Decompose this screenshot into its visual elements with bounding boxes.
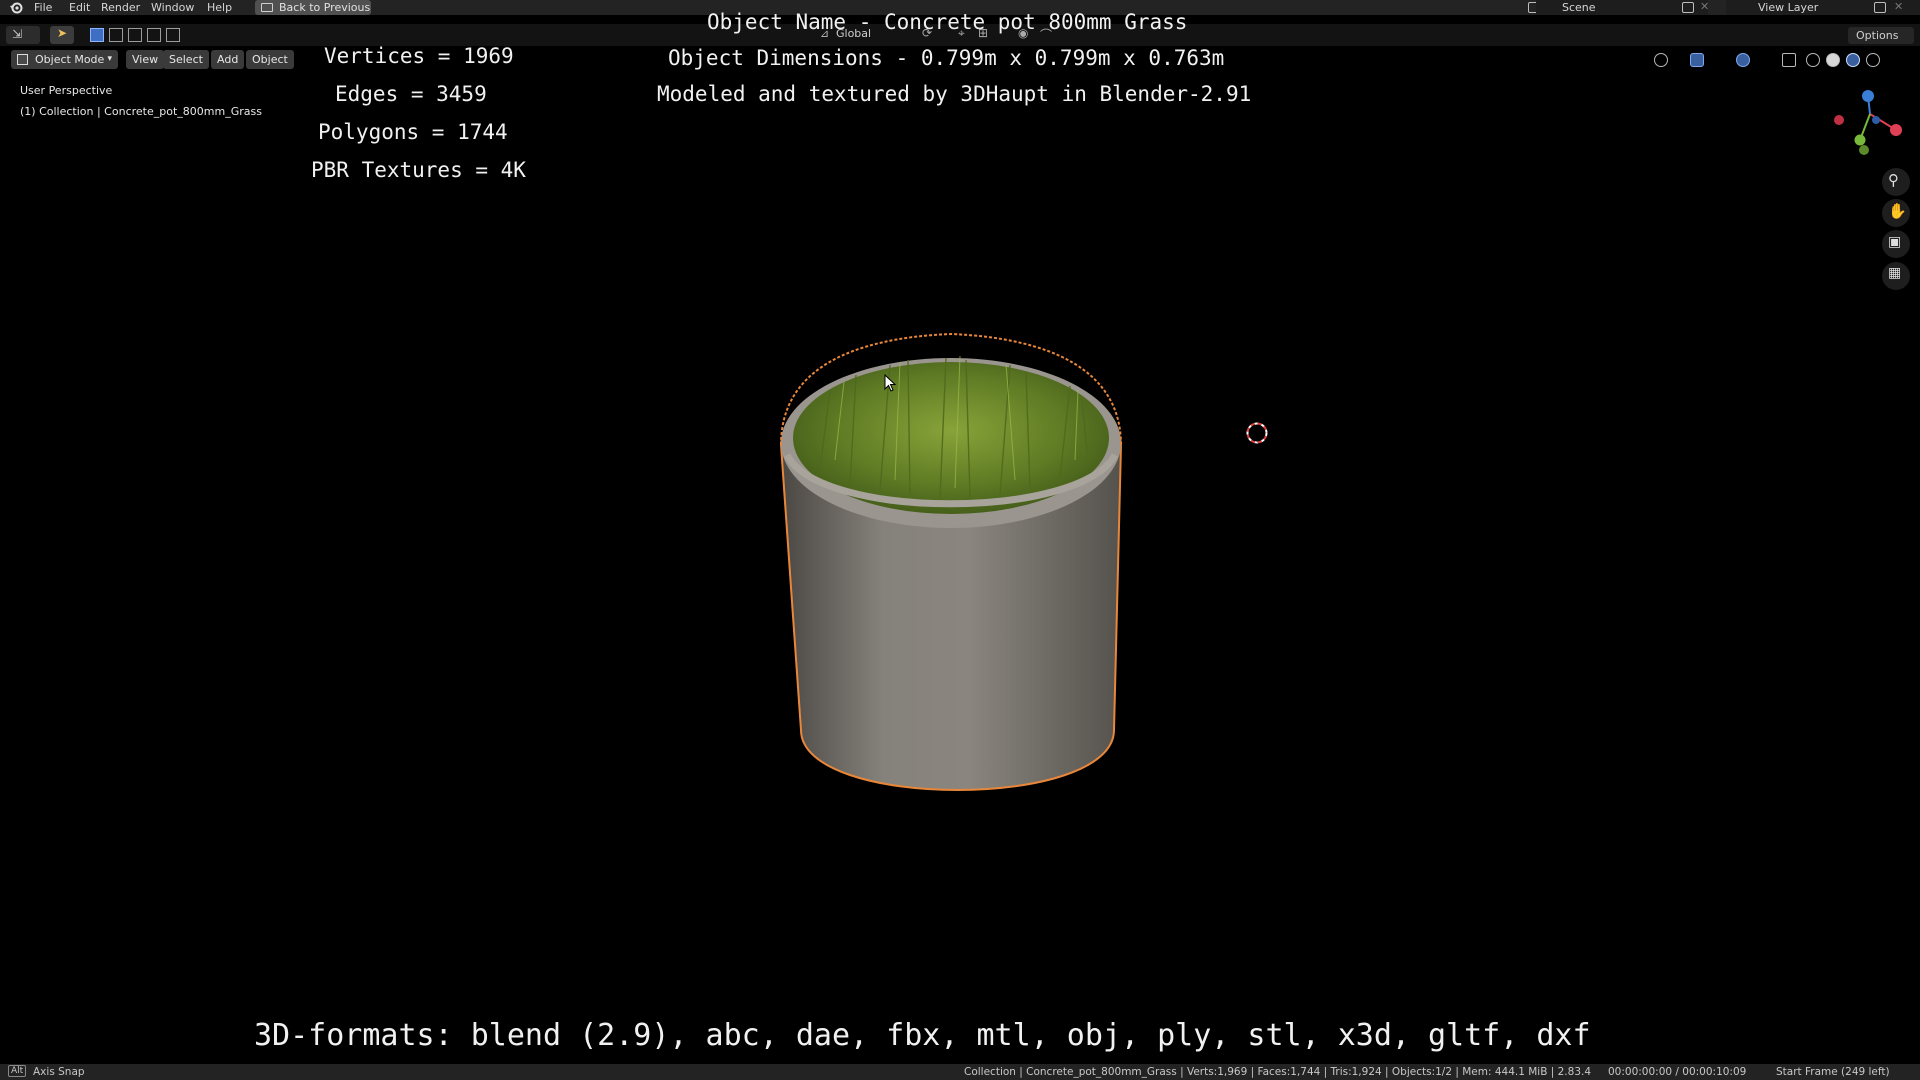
3d-cursor-icon[interactable] bbox=[1245, 421, 1269, 445]
add-menu-label: Add bbox=[217, 53, 239, 66]
view-layer-selector[interactable]: View Layer bbox=[1726, 0, 1920, 15]
new-view-layer-icon[interactable] bbox=[1874, 2, 1886, 13]
blender-logo-icon[interactable] bbox=[9, 1, 23, 14]
material-preview-icon[interactable] bbox=[1846, 53, 1860, 67]
solid-shading-icon[interactable] bbox=[1826, 53, 1840, 67]
object-mode-label: Object Mode bbox=[35, 53, 105, 66]
pan-view-button[interactable]: ✋ bbox=[1882, 199, 1910, 227]
object-menu-label: Object bbox=[252, 53, 288, 66]
menu-file[interactable]: File bbox=[34, 1, 52, 14]
object-mode-icon bbox=[17, 54, 28, 65]
back-icon bbox=[261, 3, 273, 12]
camera-view-button[interactable]: ▣ bbox=[1882, 230, 1910, 258]
active-collection-label: (1) Collection | Concrete_pot_800mm_Gras… bbox=[20, 105, 262, 118]
menu-window[interactable]: Window bbox=[151, 1, 194, 14]
add-menu[interactable]: Add bbox=[211, 50, 245, 69]
back-to-previous-button[interactable]: Back to Previous bbox=[255, 0, 371, 15]
rendered-shading-icon[interactable] bbox=[1866, 53, 1880, 67]
hand-pan-icon: ✋ bbox=[1888, 202, 1907, 220]
concrete-pot-grass-model[interactable] bbox=[760, 320, 1160, 810]
select-tool-button[interactable]: ➤ bbox=[50, 26, 74, 44]
editor-type-icon: ⇲ bbox=[12, 27, 23, 41]
pbr-textures-label: PBR Textures = 4K bbox=[311, 158, 526, 182]
object-mode-dropdown[interactable]: Object Mode ▾ bbox=[11, 50, 118, 69]
start-frame-info: Start Frame (249 left) bbox=[1776, 1066, 1890, 1078]
xray-toggle-icon[interactable] bbox=[1782, 53, 1796, 67]
options-label: Options bbox=[1856, 29, 1899, 42]
playback-time: 00:00:00:00 / 00:00:10:09 bbox=[1608, 1066, 1747, 1078]
status-bar: Alt Axis Snap Collection | Concrete_pot_… bbox=[0, 1064, 1920, 1080]
select-menu[interactable]: Select bbox=[163, 50, 209, 69]
remove-scene-icon[interactable]: ✕ bbox=[1700, 0, 1709, 13]
cursor-tool-icon: ➤ bbox=[57, 26, 68, 40]
zoom-view-button[interactable]: ⚲ bbox=[1882, 168, 1910, 196]
navigation-gizmo[interactable] bbox=[1828, 86, 1912, 162]
menu-edit[interactable]: Edit bbox=[69, 1, 90, 14]
gizmo-toggle-icon[interactable] bbox=[1690, 53, 1704, 67]
view-perspective-label: User Perspective bbox=[20, 84, 113, 97]
menu-render[interactable]: Render bbox=[101, 1, 140, 14]
alt-key-hint: Alt bbox=[8, 1065, 27, 1077]
select-box-new-icon[interactable] bbox=[90, 28, 104, 42]
polygons-count: Polygons = 1744 bbox=[318, 120, 508, 144]
options-dropdown[interactable]: Options bbox=[1848, 27, 1914, 44]
object-dimensions-label: Object Dimensions - 0.799m x 0.799m x 0.… bbox=[668, 46, 1225, 70]
credit-label: Modeled and textured by 3DHaupt in Blend… bbox=[657, 82, 1252, 106]
select-box-invert-icon[interactable] bbox=[147, 28, 161, 42]
formats-label: 3D-formats: blend (2.9), abc, dae, fbx, … bbox=[254, 1018, 1591, 1053]
mouse-cursor-icon bbox=[884, 374, 896, 392]
ortho-toggle-button[interactable]: ▦ bbox=[1882, 262, 1910, 290]
viewport-info: User Perspective (1) Collection | Concre… bbox=[20, 84, 262, 126]
edges-count: Edges = 3459 bbox=[335, 82, 487, 106]
view-menu-label: View bbox=[132, 53, 159, 66]
vertices-count: Vertices = 1969 bbox=[324, 44, 514, 68]
selectability-icon[interactable] bbox=[1654, 53, 1668, 67]
scene-name: Scene bbox=[1562, 1, 1596, 14]
new-scene-icon[interactable] bbox=[1682, 2, 1694, 13]
zoom-icon: ⚲ bbox=[1888, 171, 1899, 189]
grid-icon: ▦ bbox=[1888, 265, 1902, 281]
select-menu-label: Select bbox=[169, 53, 203, 66]
select-box-extend-icon[interactable] bbox=[109, 28, 123, 42]
chevron-down-icon: ▾ bbox=[107, 54, 112, 64]
remove-view-layer-icon[interactable]: ✕ bbox=[1894, 0, 1903, 13]
view-menu[interactable]: View bbox=[126, 50, 165, 69]
axis-snap-hint: Axis Snap bbox=[33, 1066, 85, 1078]
select-box-subtract-icon[interactable] bbox=[128, 28, 142, 42]
view-layer-name: View Layer bbox=[1758, 1, 1819, 14]
object-menu[interactable]: Object bbox=[246, 50, 294, 69]
object-name-label: Object Name - Concrete pot 800mm Grass bbox=[707, 10, 1188, 34]
editor-type-button[interactable]: ⇲ bbox=[6, 26, 40, 44]
menu-help[interactable]: Help bbox=[207, 1, 232, 14]
camera-icon: ▣ bbox=[1888, 234, 1902, 250]
back-to-previous-label: Back to Previous bbox=[279, 1, 371, 14]
select-box-intersect-icon[interactable] bbox=[166, 28, 180, 42]
wireframe-shading-icon[interactable] bbox=[1806, 53, 1820, 67]
scene-statistics: Collection | Concrete_pot_800mm_Grass | … bbox=[964, 1066, 1592, 1078]
overlays-toggle-icon[interactable] bbox=[1736, 53, 1750, 67]
